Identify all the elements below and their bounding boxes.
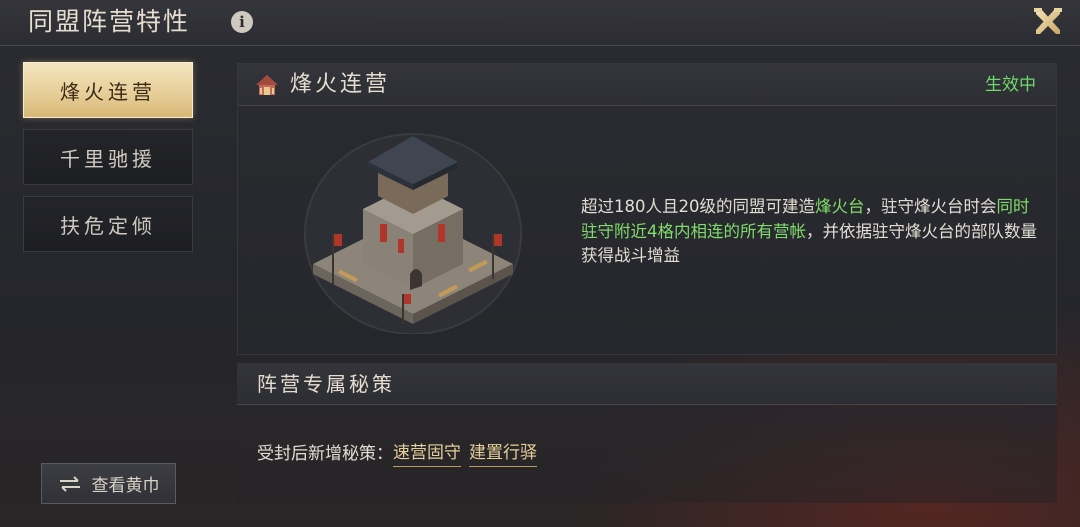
camp-tent-icon (256, 75, 278, 95)
feature-title: 烽火连营 (290, 72, 391, 97)
status-badge: 生效中 (985, 75, 1036, 95)
page-title: 同盟阵营特性 (28, 7, 191, 36)
strategy-link-fast-camp[interactable]: 速营固守 (393, 441, 461, 467)
view-yellow-scarf-button[interactable]: 查看黄巾 (41, 463, 176, 504)
feature-description: 超过180人且20级的同盟可建造烽火台，驻守烽火台时会同时驻守附近4格内相连的所… (581, 195, 1043, 269)
description-text: ，驻守烽火台时会 (864, 197, 997, 216)
strategy-panel: 阵营专属秘策 受封后新增秘策： 速营固守 建置行驿 (237, 363, 1057, 503)
description-highlight: 烽火台 (815, 197, 865, 216)
strategy-header: 阵营专属秘策 (237, 363, 1057, 405)
strategy-link-relay-station[interactable]: 建置行驿 (469, 441, 537, 467)
close-icon[interactable] (1032, 6, 1064, 38)
swap-icon (59, 475, 80, 492)
feature-header: 烽火连营 生效中 (238, 64, 1056, 106)
sidebar-item-label: 千里驰援 (60, 146, 156, 171)
view-yellow-scarf-label: 查看黄巾 (91, 476, 160, 496)
title-bar: 同盟阵营特性 i (0, 0, 1080, 46)
strategy-row: 受封后新增秘策： 速营固守 建置行驿 (257, 441, 545, 467)
sidebar-item-label: 扶危定倾 (60, 213, 156, 238)
strategy-label: 受封后新增秘策： (257, 444, 393, 464)
sidebar-item-reinforce[interactable]: 千里驰援 (23, 129, 193, 185)
sidebar-item-beacon-camps[interactable]: 烽火连营 (23, 62, 193, 118)
strategy-title: 阵营专属秘策 (257, 372, 395, 396)
sidebar-item-label: 烽火连营 (60, 79, 156, 104)
beacon-tower-image (304, 133, 522, 334)
description-text: 超过180人且20级的同盟可建造 (581, 197, 815, 216)
feature-panel: 烽火连营 生效中 超过180人且20级的同盟可建造烽火台，驻守烽火台时会同时驻守… (237, 63, 1057, 355)
sidebar-item-rescue[interactable]: 扶危定倾 (23, 196, 193, 252)
info-icon[interactable]: i (231, 11, 253, 33)
